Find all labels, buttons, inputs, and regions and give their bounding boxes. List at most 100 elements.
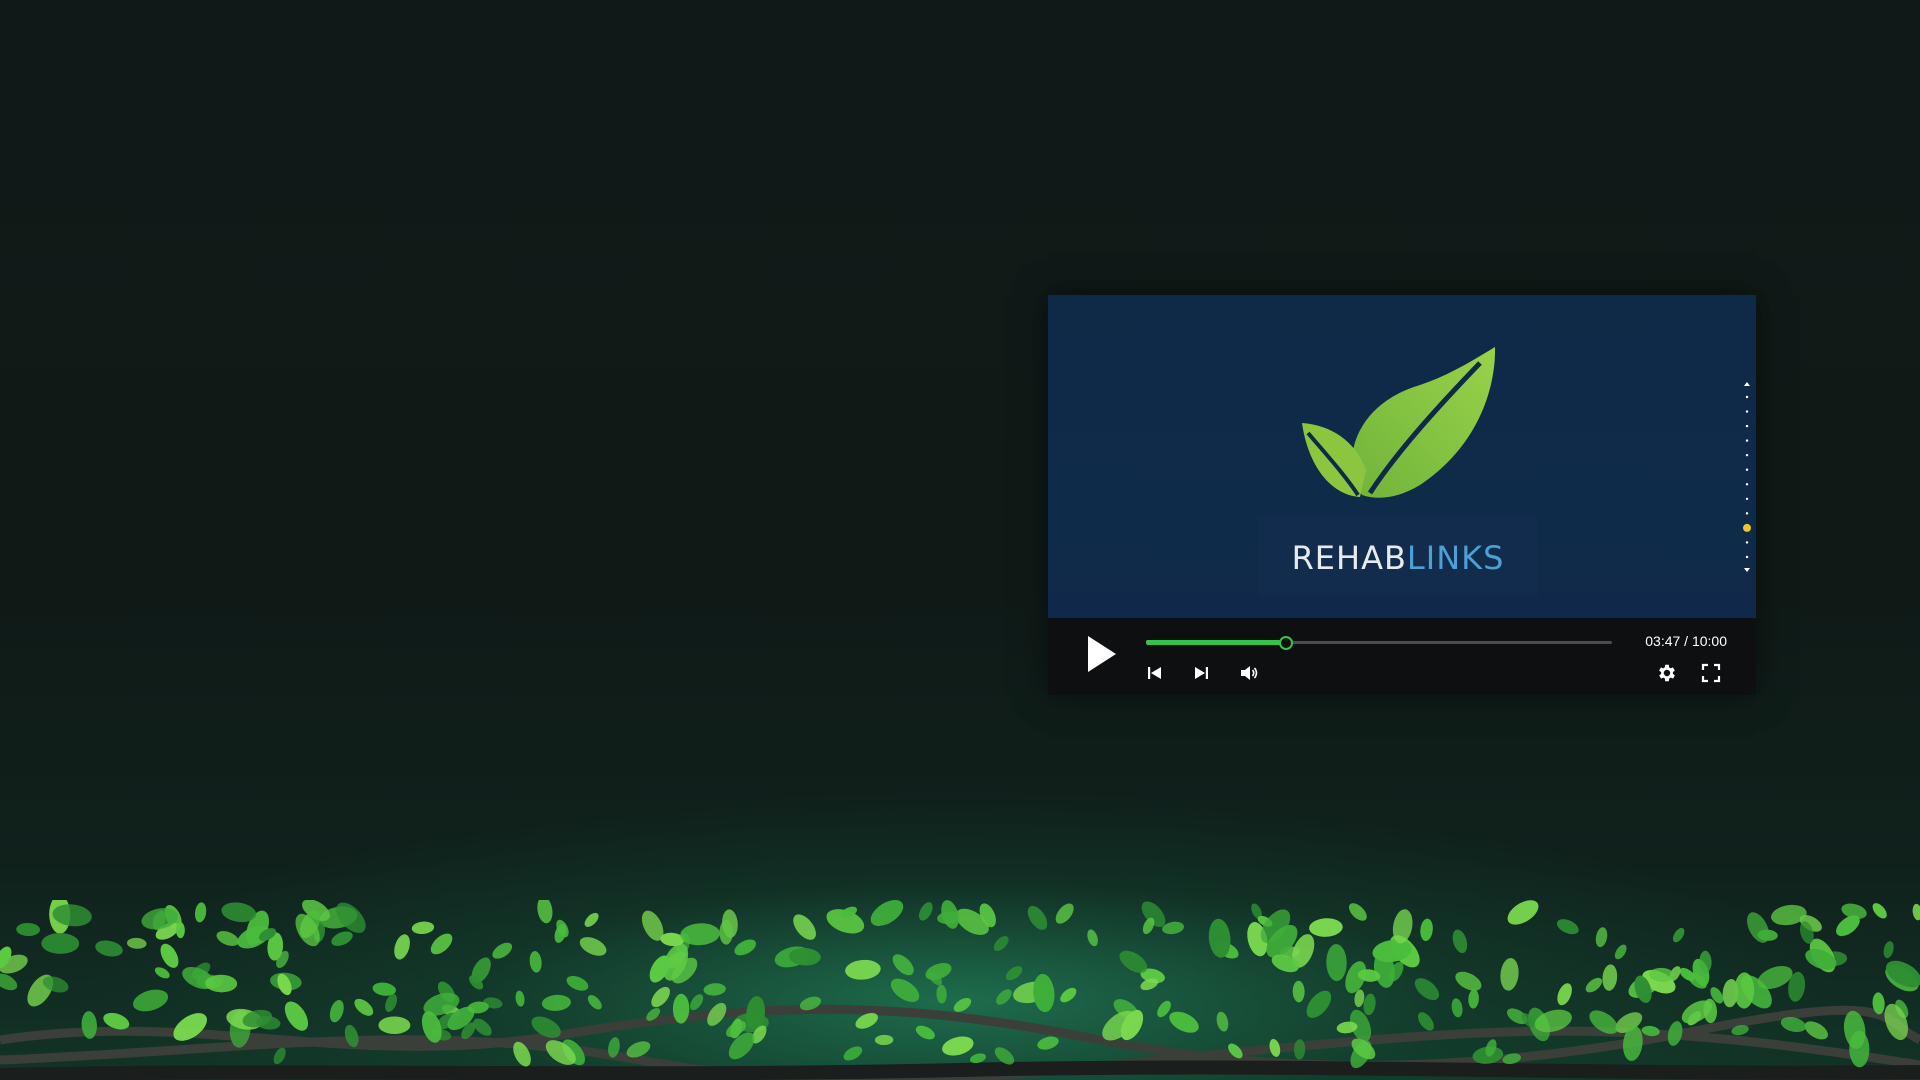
leaf-logo-icon (1302, 347, 1496, 498)
chapter-marker[interactable] (1745, 468, 1749, 471)
vine-leaf (1037, 1036, 1059, 1050)
vine-leaf (953, 997, 972, 1012)
chapter-down-arrow-icon[interactable] (1744, 568, 1750, 572)
play-icon (1088, 636, 1116, 672)
vine-leaf (1557, 983, 1572, 1006)
vine-leaf (690, 994, 704, 1011)
fullscreen-button[interactable] (1700, 662, 1722, 684)
chapter-marker-active[interactable] (1743, 523, 1751, 532)
vine-leaf (492, 942, 513, 959)
vine-leaf (870, 900, 904, 926)
vine-leaf (411, 921, 435, 935)
seek-bar[interactable] (1146, 636, 1612, 650)
volume-icon (1241, 666, 1258, 680)
vine-leaf (1326, 943, 1347, 982)
vine-leaf (1348, 903, 1367, 921)
vine-leaf (1595, 927, 1608, 948)
vine-leaf (1005, 966, 1023, 981)
vine-leaf (1667, 1021, 1683, 1046)
chapter-markers[interactable] (1742, 381, 1752, 573)
chapter-marker[interactable] (1745, 541, 1749, 544)
vine-leaf (579, 937, 607, 956)
vine-branch (0, 1060, 1920, 1080)
fullscreen-icon (1701, 663, 1721, 683)
vine-leaf (1169, 1011, 1199, 1033)
vine-leaf (515, 990, 525, 1007)
vine-leaf (890, 978, 920, 1002)
chapter-marker[interactable] (1745, 439, 1749, 442)
skip-next-icon (1195, 667, 1208, 679)
chapter-marker[interactable] (1745, 555, 1749, 559)
vine-leaf (1500, 957, 1519, 991)
vine-leaf (1507, 900, 1539, 925)
vine-leaf (993, 936, 1009, 951)
brand-logo-text: REHABLINKS (1258, 538, 1538, 578)
vine-leaf (541, 994, 571, 1011)
vine-leaf (331, 931, 353, 946)
vine-leaf (734, 939, 757, 956)
vine-leaf (1216, 1011, 1229, 1032)
next-button[interactable] (1190, 662, 1212, 684)
chapter-marker[interactable] (1745, 424, 1749, 428)
settings-button[interactable] (1656, 662, 1678, 684)
vine-leaf (1452, 929, 1468, 954)
vine-leaf (892, 954, 914, 976)
vine-leaf (845, 959, 881, 980)
chapter-marker[interactable] (1745, 453, 1749, 457)
vine-leaf (1602, 964, 1618, 991)
vine-leaf (173, 1013, 207, 1041)
chapter-marker[interactable] (1745, 483, 1749, 486)
vine-leaf (1455, 971, 1482, 991)
seek-handle[interactable] (1278, 636, 1293, 650)
vine-leaf (529, 951, 542, 973)
vine-leaf (1614, 944, 1627, 960)
video-frame[interactable]: REHABLINKS (1048, 295, 1756, 618)
vine-leaf (378, 1016, 411, 1035)
vine-leaf (919, 902, 933, 921)
vine-leaf (1055, 903, 1074, 924)
vine-leaf (584, 912, 599, 927)
vine-branches (0, 900, 1920, 1080)
logo-text-links: LINKS (1406, 539, 1505, 577)
vine-leaf (843, 1046, 863, 1061)
chapter-marker[interactable] (1745, 410, 1749, 413)
vine-leaf (1420, 918, 1433, 941)
vine-foliage-decoration (0, 900, 1920, 1080)
vine-leaf (703, 983, 726, 996)
chapter-marker[interactable] (1745, 395, 1749, 399)
logo-text-rehab: REHAB (1291, 539, 1407, 577)
chapter-marker[interactable] (1745, 512, 1749, 515)
vine-leaf (1033, 973, 1055, 1013)
seek-progress-fill (1146, 640, 1286, 645)
play-button[interactable] (1084, 634, 1118, 674)
volume-button[interactable] (1238, 662, 1260, 684)
vine-leaf (1734, 972, 1755, 1009)
vine-leaf (537, 900, 553, 924)
vine-leaf (1269, 1038, 1281, 1057)
vine-leaf (160, 943, 179, 968)
vine-leaf (1451, 998, 1463, 1018)
chapter-marker[interactable] (1745, 497, 1749, 501)
vine-leaf (874, 1034, 894, 1046)
vine-leaf (793, 914, 816, 940)
vine-leaf (126, 937, 147, 949)
vine-leaf (915, 1025, 935, 1040)
vine-leaf (16, 922, 41, 937)
vine-leaf (132, 989, 169, 1012)
vine-leaf (1556, 919, 1579, 935)
vine-leaf (1087, 929, 1098, 947)
chapter-up-arrow-icon[interactable] (1744, 382, 1750, 386)
vine-leaf (587, 995, 602, 1010)
vine-leaf (0, 973, 18, 991)
vine-leaf (41, 933, 80, 954)
vine-leaf (430, 933, 453, 955)
vine-leaf (1027, 905, 1048, 930)
vine-leaf (216, 931, 239, 946)
vine-leaf (1872, 903, 1887, 919)
vine-leaf (95, 940, 123, 957)
vine-leaf (1804, 1021, 1828, 1040)
previous-button[interactable] (1144, 662, 1166, 684)
vine-leaf (1309, 918, 1343, 937)
vine-leaf (566, 975, 589, 991)
control-bar: 03:47 / 10:00 (1048, 618, 1756, 695)
